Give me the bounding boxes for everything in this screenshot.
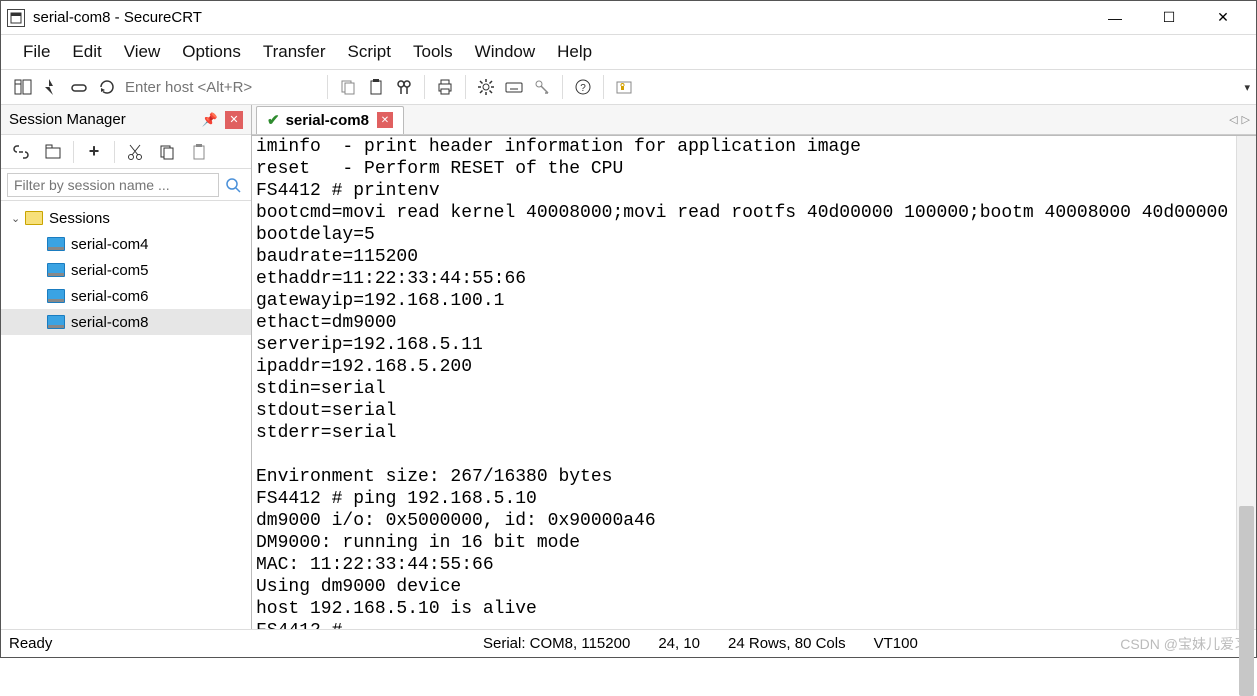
session-item[interactable]: serial-com8 [1,309,251,335]
terminal-icon [47,289,65,303]
status-cursor: 24, 10 [644,635,714,652]
session-tree: ⌄ Sessions serial-com4 serial-com5 seria… [1,201,251,629]
menu-transfer[interactable]: Transfer [263,42,326,62]
status-bar: Ready Serial: COM8, 115200 24, 10 24 Row… [1,629,1256,657]
app-icon [7,9,25,27]
folder-icon [25,211,43,225]
vertical-scrollbar[interactable] [1236,136,1256,629]
session-manager-toolbar: + [1,135,251,169]
tab-serial-com8[interactable]: ✔ serial-com8 ✕ [256,106,404,134]
connect-icon[interactable] [65,73,93,101]
tab-label: serial-com8 [286,112,369,129]
separator [424,75,425,99]
tree-root-sessions[interactable]: ⌄ Sessions [1,205,251,231]
separator [562,75,563,99]
menu-bar: File Edit View Options Transfer Script T… [1,35,1256,69]
menu-tools[interactable]: Tools [413,42,453,62]
toolbar-overflow-icon[interactable]: ▾ [1244,81,1250,94]
minimize-button[interactable]: — [1088,3,1142,33]
print-icon[interactable] [431,73,459,101]
main-area: ✔ serial-com8 ✕ ◁ ▷ iminfo - print heade… [252,105,1256,629]
link-icon[interactable] [7,138,35,166]
pin-icon[interactable]: 📌 [201,112,219,128]
session-label: serial-com6 [71,288,149,305]
connected-icon: ✔ [267,111,280,129]
lock-icon[interactable] [610,73,638,101]
session-manager-panel: Session Manager 📌 ✕ + ⌄ Sessions [1,105,252,629]
menu-help[interactable]: Help [557,42,592,62]
paste-icon[interactable] [362,73,390,101]
copy-session-icon[interactable] [153,138,181,166]
expander-icon[interactable]: ⌄ [11,212,25,225]
window-title: serial-com8 - SecureCRT [33,9,1088,26]
prev-tab-icon[interactable]: ◁ [1229,113,1237,126]
cut-icon[interactable] [121,138,149,166]
session-label: serial-com4 [71,236,149,253]
session-manager-header: Session Manager 📌 ✕ [1,105,251,135]
tab-close-button[interactable]: ✕ [377,112,393,128]
new-tab-icon[interactable] [39,138,67,166]
host-input[interactable] [121,75,321,99]
session-filter-input[interactable] [7,173,219,197]
session-manager-icon[interactable] [9,73,37,101]
status-serial: Serial: COM8, 115200 [469,635,644,652]
watermark: CSDN @宝妹儿爱习 [1120,634,1248,654]
search-icon[interactable] [221,173,245,197]
menu-options[interactable]: Options [182,42,241,62]
scrollbar-thumb[interactable] [1239,506,1254,696]
tree-root-label: Sessions [49,210,110,227]
separator [73,141,74,163]
terminal-output[interactable]: iminfo - print header information for ap… [252,136,1236,629]
menu-edit[interactable]: Edit [72,42,101,62]
add-icon[interactable]: + [80,138,108,166]
window-controls: — ☐ ✕ [1088,3,1250,33]
terminal-icon [47,315,65,329]
status-rowscols: 24 Rows, 80 Cols [714,635,860,652]
separator [327,75,328,99]
copy-icon[interactable] [334,73,362,101]
options-icon[interactable] [472,73,500,101]
session-label: serial-com8 [71,314,149,331]
terminal-icon [47,263,65,277]
menu-window[interactable]: Window [475,42,535,62]
tab-bar: ✔ serial-com8 ✕ ◁ ▷ [252,105,1256,135]
panel-close-button[interactable]: ✕ [225,111,243,129]
svg-text:?: ? [580,83,586,94]
status-ready: Ready [9,635,469,652]
toolbar: ? ▾ [1,69,1256,105]
session-label: serial-com5 [71,262,149,279]
close-button[interactable]: ✕ [1196,3,1250,33]
maximize-button[interactable]: ☐ [1142,3,1196,33]
menu-view[interactable]: View [124,42,161,62]
help-icon[interactable]: ? [569,73,597,101]
terminal-wrap: iminfo - print header information for ap… [252,135,1256,629]
session-manager-title: Session Manager [9,111,201,128]
title-bar: serial-com8 - SecureCRT — ☐ ✕ [1,1,1256,35]
key-icon[interactable] [528,73,556,101]
quick-connect-icon[interactable] [37,73,65,101]
session-item[interactable]: serial-com4 [1,231,251,257]
terminal-icon [47,237,65,251]
paste-session-icon[interactable] [185,138,213,166]
next-tab-icon[interactable]: ▷ [1242,113,1250,126]
reconnect-icon[interactable] [93,73,121,101]
tab-navigation: ◁ ▷ [1229,113,1250,126]
body-area: Session Manager 📌 ✕ + ⌄ Sessions [1,105,1256,629]
menu-file[interactable]: File [23,42,50,62]
separator [603,75,604,99]
find-icon[interactable] [390,73,418,101]
keyboard-icon[interactable] [500,73,528,101]
separator [465,75,466,99]
menu-script[interactable]: Script [348,42,391,62]
session-item[interactable]: serial-com5 [1,257,251,283]
separator [114,141,115,163]
session-filter-row [1,169,251,201]
status-term: VT100 [860,635,932,652]
session-item[interactable]: serial-com6 [1,283,251,309]
